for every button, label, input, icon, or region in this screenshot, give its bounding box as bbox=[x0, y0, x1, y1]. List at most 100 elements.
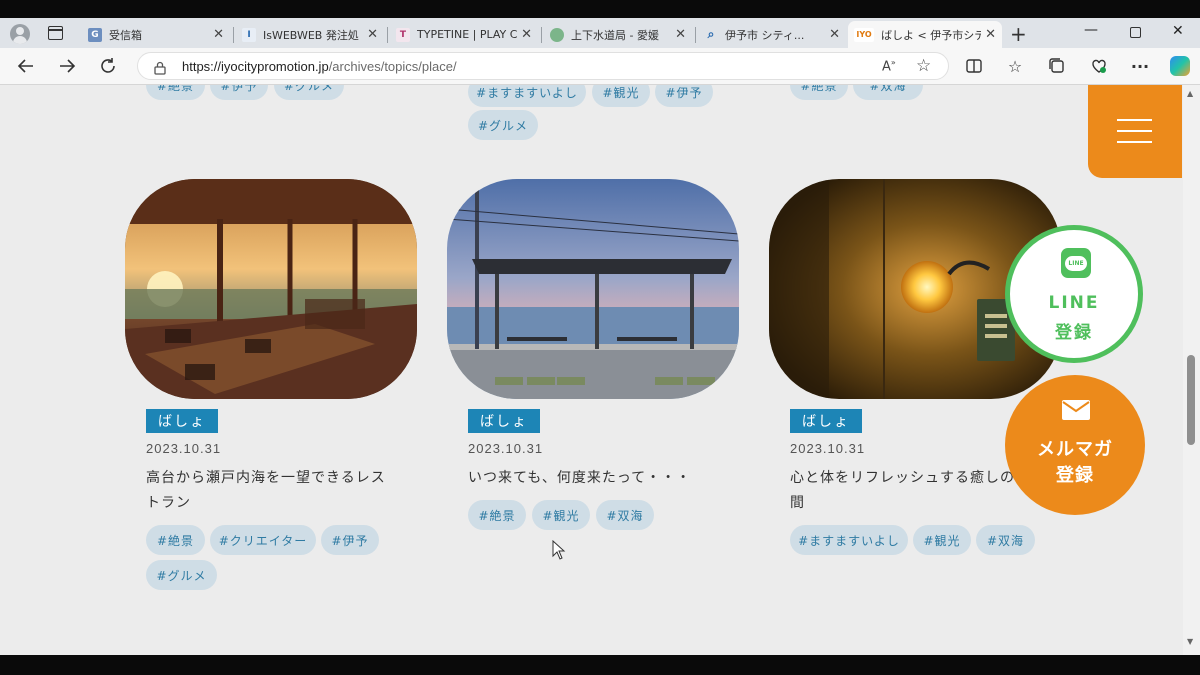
tag-chip[interactable]: #双海 bbox=[596, 500, 654, 530]
tab-label: 受信箱 bbox=[109, 28, 142, 42]
hamburger-icon bbox=[1117, 130, 1152, 132]
tab-label: 伊予市 シティ... bbox=[725, 28, 805, 42]
category-label[interactable]: ばしょ bbox=[790, 409, 862, 433]
back-icon[interactable] bbox=[14, 54, 38, 78]
search-favicon-icon: ⌕ bbox=[707, 27, 715, 41]
post-title[interactable]: いつ来ても、何度来たって・・・ bbox=[468, 466, 728, 491]
profile-icon[interactable] bbox=[10, 24, 30, 44]
tab-separator bbox=[387, 27, 388, 43]
new-tab-button[interactable]: + bbox=[1010, 22, 1027, 46]
browser-essentials-icon[interactable] bbox=[1087, 54, 1111, 78]
close-window-icon[interactable]: ✕ bbox=[1172, 23, 1184, 39]
tag-chip[interactable]: #観光 bbox=[592, 85, 650, 107]
line-label: LINE bbox=[1048, 293, 1100, 313]
tag-chip[interactable]: #伊予 bbox=[655, 85, 713, 107]
hamburger-icon bbox=[1117, 119, 1152, 121]
tab-separator bbox=[233, 27, 234, 43]
tag-chip[interactable]: #グルメ bbox=[468, 110, 538, 140]
hamburger-icon bbox=[1117, 141, 1152, 143]
post-title-line: 高台から瀬戸内海を一望できるレス bbox=[146, 470, 386, 486]
favorite-star-icon[interactable]: ☆ bbox=[916, 56, 931, 76]
url-host: https://iyocitypromotion.jp bbox=[182, 59, 329, 74]
mouse-cursor-icon bbox=[552, 539, 566, 564]
tag-chip[interactable]: #双海 bbox=[853, 85, 923, 100]
tab-isweb[interactable]: I IsWEBWEB 発注処 ✕ bbox=[236, 21, 384, 48]
tab-typetine[interactable]: T TYPETINE | PLAY C ✕ bbox=[390, 21, 538, 48]
restaurant-photo[interactable] bbox=[125, 179, 417, 399]
tag-chip[interactable]: #クリエイター bbox=[210, 525, 316, 555]
close-tab-icon[interactable]: ✕ bbox=[213, 27, 224, 42]
tag-chip[interactable]: #伊予 bbox=[210, 85, 268, 100]
favorites-icon[interactable]: ☆ bbox=[1003, 54, 1027, 78]
more-menu-icon[interactable]: ··· bbox=[1128, 54, 1152, 78]
mailmag-register-label: 登録 bbox=[1056, 465, 1094, 486]
tab-label: 上下水道局 - 愛媛 bbox=[571, 28, 659, 42]
close-tab-icon[interactable]: ✕ bbox=[675, 27, 686, 42]
iyo-favicon-icon: IYO bbox=[854, 27, 874, 42]
gmail-favicon-icon: G bbox=[88, 27, 102, 42]
hamburger-menu-button[interactable] bbox=[1088, 85, 1182, 178]
restore-icon[interactable] bbox=[1130, 27, 1141, 38]
mailmag-label: メルマガ bbox=[1037, 439, 1113, 460]
typetine-favicon-icon: T bbox=[396, 27, 410, 42]
collections-icon[interactable] bbox=[1045, 54, 1069, 78]
url-text[interactable]: https://iyocitypromotion.jp/archives/top… bbox=[182, 59, 457, 74]
post-title[interactable]: 高台から瀬戸内海を一望できるレス トラン bbox=[146, 466, 406, 516]
tag-chip[interactable]: #ますますいよし bbox=[468, 85, 586, 107]
page-content: #絶景 #伊予 #グルメ #ますますいよし #観光 #伊予 #グルメ #絶景 #… bbox=[0, 85, 1183, 655]
category-label[interactable]: ばしょ bbox=[468, 409, 540, 433]
line-register-label: 登録 bbox=[1055, 323, 1093, 343]
post-date: 2023.10.31 bbox=[790, 441, 866, 456]
isweb-favicon-icon: I bbox=[242, 27, 256, 42]
mail-icon bbox=[1061, 399, 1091, 425]
reload-icon[interactable] bbox=[96, 54, 120, 78]
tag-chip[interactable]: #双海 bbox=[976, 525, 1035, 555]
tab-strip: G 受信箱 ✕ I IsWEBWEB 発注処 ✕ T TYPETINE | PL… bbox=[0, 18, 1200, 48]
tab-basho-active[interactable]: IYO ばしよ < 伊予市シテ ✕ bbox=[848, 21, 1002, 48]
station-photo[interactable] bbox=[447, 179, 739, 399]
line-register-button[interactable]: LINE LINE 登録 bbox=[1005, 225, 1143, 363]
tag-chip[interactable]: #グルメ bbox=[274, 85, 344, 100]
tab-actions-icon[interactable] bbox=[48, 26, 63, 40]
scroll-thumb[interactable] bbox=[1187, 355, 1195, 445]
post-date: 2023.10.31 bbox=[468, 441, 544, 456]
forward-icon[interactable] bbox=[55, 54, 79, 78]
tag-chip[interactable]: #伊予 bbox=[321, 525, 379, 555]
tab-label: TYPETINE | PLAY C bbox=[417, 28, 518, 41]
category-label[interactable]: ばしょ bbox=[146, 409, 218, 433]
split-screen-icon[interactable] bbox=[962, 54, 986, 78]
tab-separator bbox=[541, 27, 542, 43]
tag-chip[interactable]: #グルメ bbox=[146, 560, 217, 590]
lock-icon[interactable] bbox=[154, 60, 166, 79]
address-toolbar: https://iyocitypromotion.jp/archives/top… bbox=[0, 48, 1200, 85]
tab-iyo-search[interactable]: ⌕ 伊予市 シティ... ✕ bbox=[698, 21, 846, 48]
tag-chip[interactable]: #絶景 bbox=[146, 525, 205, 555]
screen-top-border bbox=[0, 0, 1200, 18]
address-bar[interactable]: https://iyocitypromotion.jp/archives/top… bbox=[137, 52, 949, 80]
waterworks-favicon-icon bbox=[550, 27, 564, 42]
close-tab-icon[interactable]: ✕ bbox=[367, 27, 378, 42]
close-tab-icon[interactable]: ✕ bbox=[985, 27, 996, 42]
tag-chip[interactable]: #絶景 bbox=[468, 500, 526, 530]
tag-chip[interactable]: #観光 bbox=[532, 500, 590, 530]
close-tab-icon[interactable]: ✕ bbox=[829, 27, 840, 42]
tag-chip[interactable]: #絶景 bbox=[146, 85, 205, 100]
tag-chip[interactable]: #ますますいよし bbox=[790, 525, 908, 555]
tab-waterworks[interactable]: 上下水道局 - 愛媛 ✕ bbox=[544, 21, 692, 48]
tab-inbox[interactable]: G 受信箱 ✕ bbox=[82, 21, 230, 48]
post-date: 2023.10.31 bbox=[146, 441, 222, 456]
scroll-up-icon[interactable]: ▲ bbox=[1187, 89, 1193, 98]
url-path: /archives/topics/place/ bbox=[328, 59, 457, 74]
screen-bottom-border bbox=[0, 655, 1200, 675]
read-aloud-icon[interactable]: A» bbox=[882, 58, 896, 74]
close-tab-icon[interactable]: ✕ bbox=[521, 27, 532, 42]
tag-chip[interactable]: #絶景 bbox=[790, 85, 848, 100]
mailmag-register-button[interactable]: メルマガ 登録 bbox=[1005, 375, 1145, 515]
tab-separator bbox=[695, 27, 696, 43]
copilot-icon[interactable] bbox=[1168, 54, 1192, 78]
page-scrollbar[interactable]: ▲ ▼ bbox=[1183, 85, 1200, 655]
post-title-line: 間 bbox=[790, 495, 805, 511]
scroll-down-icon[interactable]: ▼ bbox=[1187, 637, 1193, 646]
minimize-icon[interactable]: — bbox=[1084, 22, 1098, 38]
tag-chip[interactable]: #観光 bbox=[913, 525, 971, 555]
